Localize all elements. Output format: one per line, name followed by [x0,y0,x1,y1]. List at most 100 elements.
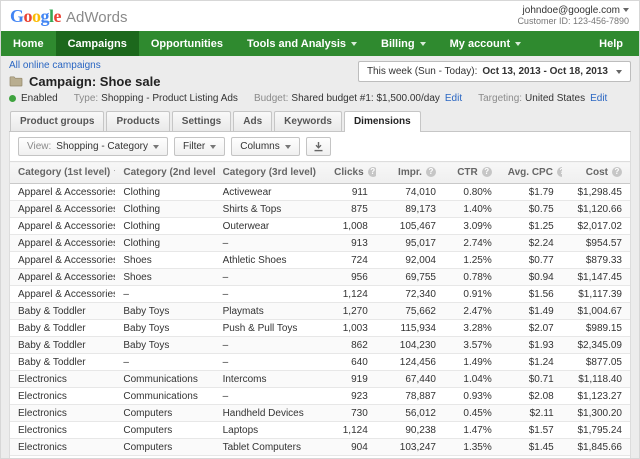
download-button[interactable] [305,137,331,156]
help-icon[interactable]: ? [612,167,622,178]
cell-category-2nd-level: Communications [115,370,215,388]
column-label: Category (3rd level) [222,167,316,178]
cell-ctr: 1.04% [443,370,500,388]
table-row[interactable]: Apparel & Accessories Clothing –913 95,017 2… [10,234,630,252]
cell-category-3rd-level: Intercoms [214,370,327,388]
table-row[interactable]: Apparel & Accessories Shoes Athletic Shoes… [10,251,630,269]
column-header-avg-cpc[interactable]: Avg. CPC? [499,161,562,184]
cell-category-3rd-level: Shirts & Tops [214,200,327,218]
column-header-cost[interactable]: Cost? [561,161,630,184]
cell-category-3rd-level: – [214,234,327,252]
cell-avg-cpc: $1.49 [499,302,562,320]
column-header-category-2nd-level[interactable]: Category (2nd level) [115,161,215,184]
nav-item-help[interactable]: Help [583,31,639,56]
nav-item-tools-and-analysis[interactable]: Tools and Analysis [235,31,369,56]
cell-avg-cpc: $0.94 [499,268,562,286]
cell-clicks: 640 [326,353,376,371]
table-row[interactable]: Apparel & Accessories Clothing Activewear 9… [10,183,630,201]
cell-category-1st-level: Apparel & Accessories [10,251,116,269]
type-label: Type: [73,93,99,104]
table-row[interactable]: Apparel & Accessories Shoes –956 69,755 0.78… [10,268,630,286]
columns-dropdown[interactable]: Columns [231,137,300,156]
view-dropdown[interactable]: View: Shopping - Category [18,137,169,156]
table-row[interactable]: Electronics Communications Intercoms 919 67,… [10,370,630,388]
table-row[interactable]: Apparel & Accessories – –1,124 72,340 0.91% $… [10,285,630,303]
table-row[interactable]: Apparel & Accessories Clothing Outerwear 1,… [10,217,630,235]
cell-impr: 74,010 [375,183,444,201]
google-logo: Google [10,5,62,26]
chevron-down-icon [419,41,426,46]
cell-ctr: 3.28% [443,319,500,337]
column-label: CTR [457,167,478,178]
table-row[interactable]: Baby & Toddler Baby Toys –862 104,230 3.57% $… [10,336,630,354]
nav-item-label: My account [449,37,511,50]
help-icon[interactable]: ? [556,167,562,178]
content-area: All online campaigns Campaign: Shoe sale… [1,56,639,458]
budget-edit-link[interactable]: Edit [445,93,462,104]
table-row[interactable]: Baby & Toddler Baby Toys Playmats 1,270 75,6… [10,302,630,320]
filter-dropdown[interactable]: Filter [174,137,226,156]
cell-impr: 124,456 [375,353,444,371]
table-row[interactable]: Electronics Computers Laptops 1,124 90,238 1.… [10,421,630,439]
table-row[interactable]: ElectronicsComputers–72289,8451.58%$1.56… [10,455,630,458]
cell-cost: $2,017.02 [561,217,630,235]
cell-category-2nd-level: Shoes [115,251,215,269]
table-row[interactable]: Electronics Communications –923 78,887 0.93%… [10,387,630,405]
account-email-menu[interactable]: johndoe@google.com [517,5,629,16]
column-header-ctr[interactable]: CTR? [443,161,500,184]
tab-products[interactable]: Products [106,111,170,131]
nav-item-campaigns[interactable]: Campaigns [55,31,139,56]
cell-clicks: 904 [326,438,376,456]
cell-avg-cpc: $1.24 [499,353,562,371]
cell-clicks: 919 [326,370,376,388]
cell-category-1st-level: Apparel & Accessories [10,217,116,235]
tab-settings[interactable]: Settings [171,111,232,131]
date-range-prefix: This week (Sun - Today): [366,66,478,77]
cell-category-3rd-level: – [214,336,327,354]
cell-category-2nd-level: Computers [115,421,215,439]
column-header-category-3rd-level[interactable]: Category (3rd level) [214,161,327,184]
nav-item-my-account[interactable]: My account [438,31,534,56]
nav-item-home[interactable]: Home [1,31,56,56]
all-online-campaigns-link[interactable]: All online campaigns [9,60,101,71]
cell-category-2nd-level: Clothing [115,200,215,218]
table-row[interactable]: Electronics Computers Handheld Devices 730 5… [10,404,630,422]
column-header-category-1st-level[interactable]: Category (1st level) [10,161,116,184]
table-row[interactable]: Apparel & Accessories Clothing Shirts & To… [10,200,630,218]
nav-item-opportunities[interactable]: Opportunities [139,31,235,56]
tabs: Product groups Products Settings Ads Keyword… [9,111,631,132]
cell-impr: 115,934 [375,319,444,337]
cell-impr: 90,238 [375,421,444,439]
date-range-selector[interactable]: This week (Sun - Today): Oct 13, 2013 - … [357,61,631,82]
help-icon[interactable]: ? [481,167,492,178]
cell-category-2nd-level: Shoes [115,268,215,286]
cell-clicks: 862 [326,336,376,354]
help-icon[interactable]: ? [425,167,436,178]
cell-ctr: 0.93% [443,387,500,405]
cell-cost: $1,845.66 [561,438,630,456]
main-nav: Home Campaigns Opportunities Tools and Anal… [1,31,639,56]
cell-cost: $1,118.40 [561,370,630,388]
cell-clicks: 1,124 [326,421,376,439]
column-header-impr[interactable]: Impr.? [375,161,444,184]
tab-dimensions[interactable]: Dimensions [343,111,421,132]
tab-product-groups[interactable]: Product groups [10,111,105,131]
targeting-edit-link[interactable]: Edit [590,93,607,104]
column-header-clicks[interactable]: Clicks? [326,161,376,184]
help-icon[interactable]: ? [367,167,376,178]
cell-category-3rd-level: Athletic Shoes [214,251,327,269]
cell-cost: $2,345.09 [561,336,630,354]
table-row[interactable]: Baby & Toddler Baby Toys Push & Pull Toys 1… [10,319,630,337]
nav-item-label: Opportunities [150,37,223,50]
cell-ctr: 0.45% [443,404,500,422]
cell-impr: 95,017 [375,234,444,252]
chevron-down-icon [210,144,217,149]
tab-keywords[interactable]: Keywords [274,111,342,131]
table-row[interactable]: Electronics Computers Tablet Computers 904 1… [10,438,630,456]
table-row[interactable]: Baby & Toddler – –640 124,456 1.49% $1.24 $877… [10,353,630,371]
cell-ctr: 1.40% [443,200,500,218]
tab-ads[interactable]: Ads [233,111,273,131]
campaign-status-row: Enabled Type: Shopping - Product Listing… [9,93,631,104]
nav-item-billing[interactable]: Billing [369,31,438,56]
cell-category-1st-level: Electronics [10,387,116,405]
